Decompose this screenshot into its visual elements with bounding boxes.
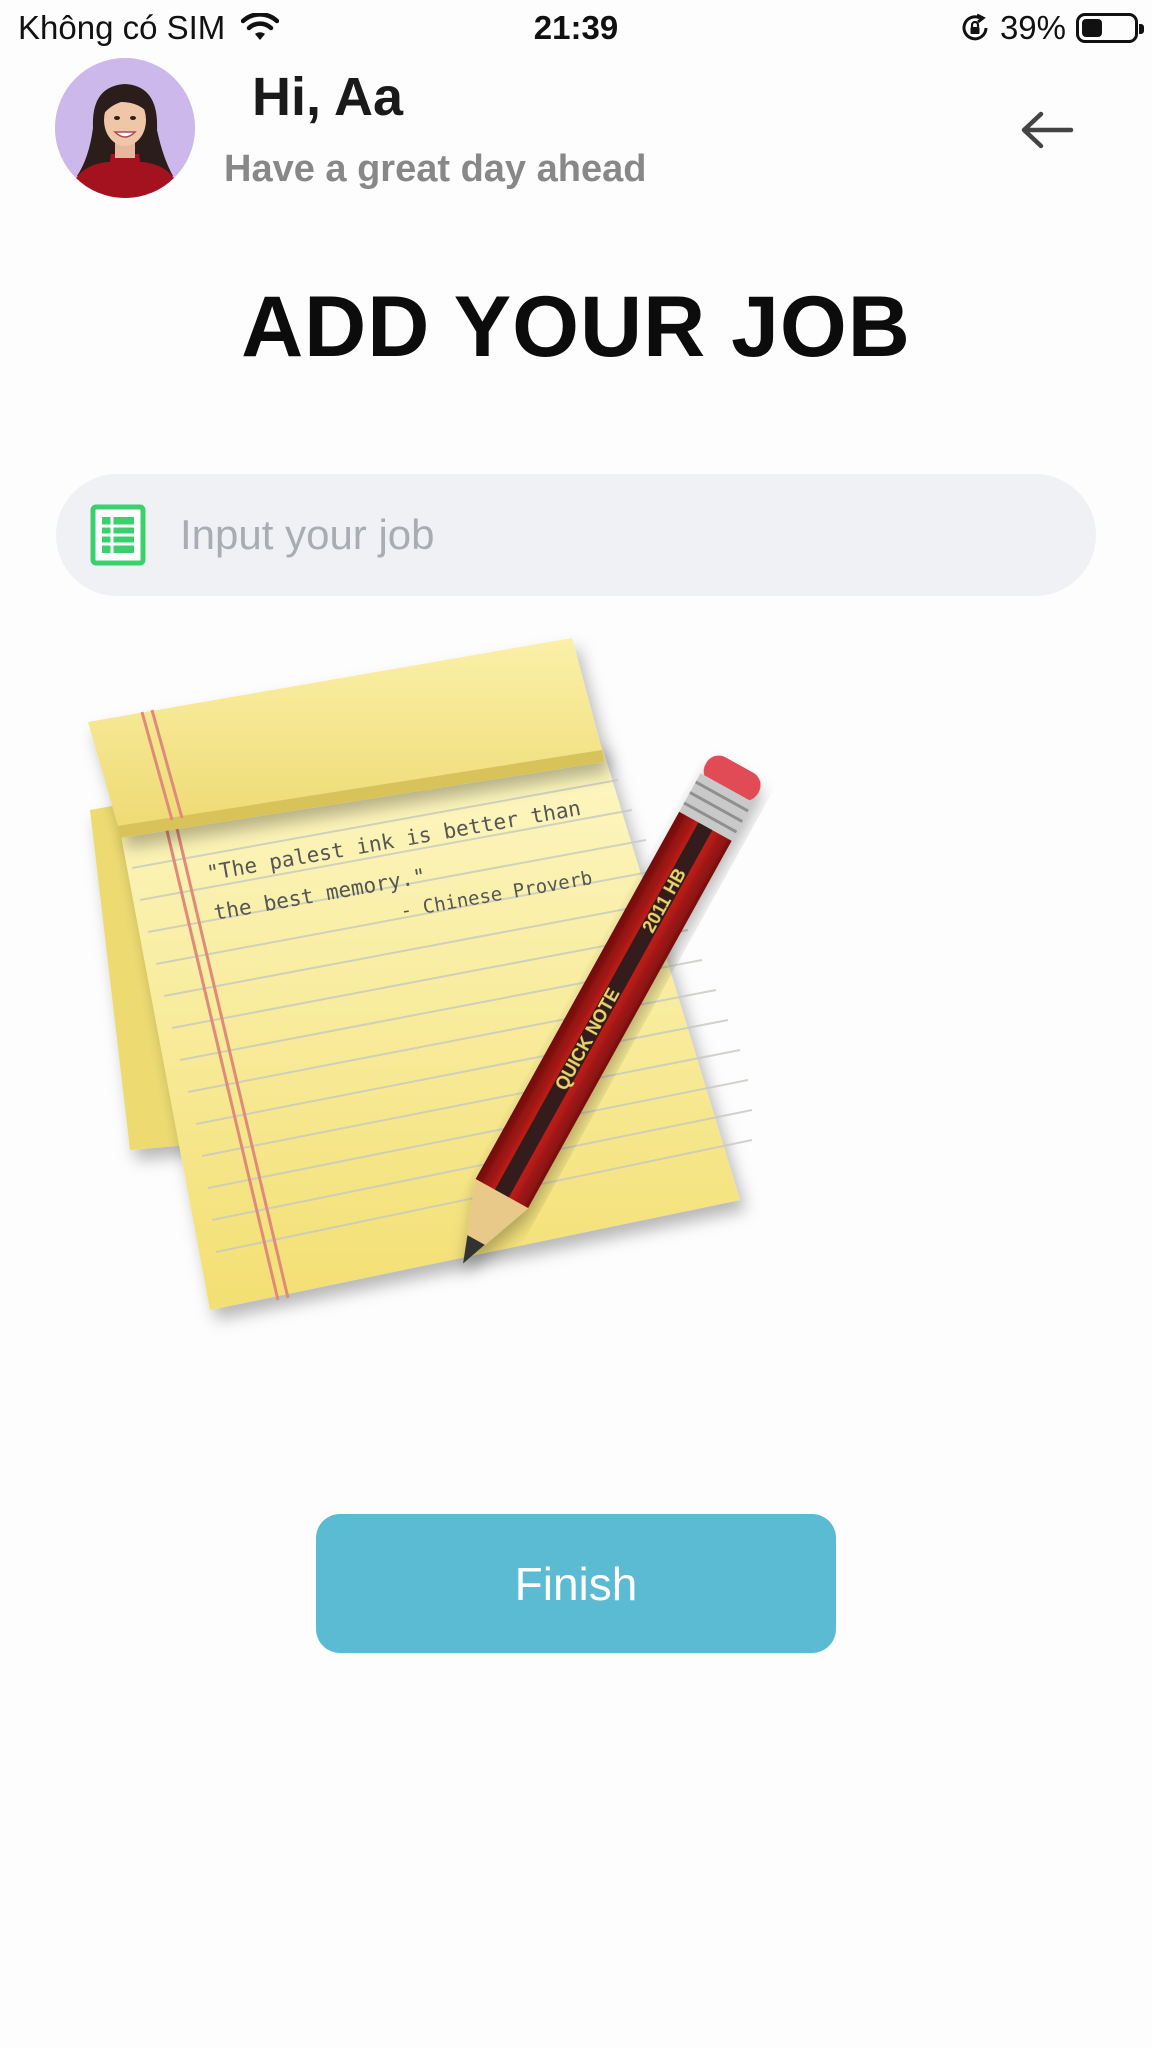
orientation-lock-icon bbox=[962, 13, 988, 41]
battery-icon bbox=[1076, 13, 1144, 43]
notepad-pencil-icon: "The palest ink is better than the best … bbox=[80, 630, 800, 1350]
spreadsheet-icon bbox=[90, 504, 146, 566]
avatar-portrait bbox=[55, 58, 195, 198]
page-title: ADD YOUR JOB bbox=[241, 279, 911, 375]
job-input[interactable] bbox=[180, 511, 1060, 559]
status-right: 39% bbox=[960, 9, 1144, 47]
back-button[interactable] bbox=[1012, 95, 1082, 165]
notepad-illustration: "The palest ink is better than the best … bbox=[88, 638, 761, 1310]
avatar[interactable] bbox=[55, 58, 195, 198]
battery-cap bbox=[1139, 24, 1144, 34]
greeting-subtitle: Have a great day ahead bbox=[224, 148, 647, 190]
battery-fill bbox=[1082, 19, 1102, 37]
add-job-screen: Không có SIM 21:39 39% Hi, Aa Have a gre… bbox=[0, 0, 1152, 2048]
finish-button[interactable]: Finish bbox=[316, 1514, 836, 1653]
arrow-left-icon bbox=[1021, 111, 1074, 149]
status-bar: Không có SIM 21:39 39% bbox=[0, 0, 1152, 58]
greeting-text: Hi, Aa bbox=[252, 67, 404, 127]
battery-percent: 39% bbox=[999, 9, 1066, 46]
job-input-field[interactable] bbox=[56, 474, 1096, 596]
